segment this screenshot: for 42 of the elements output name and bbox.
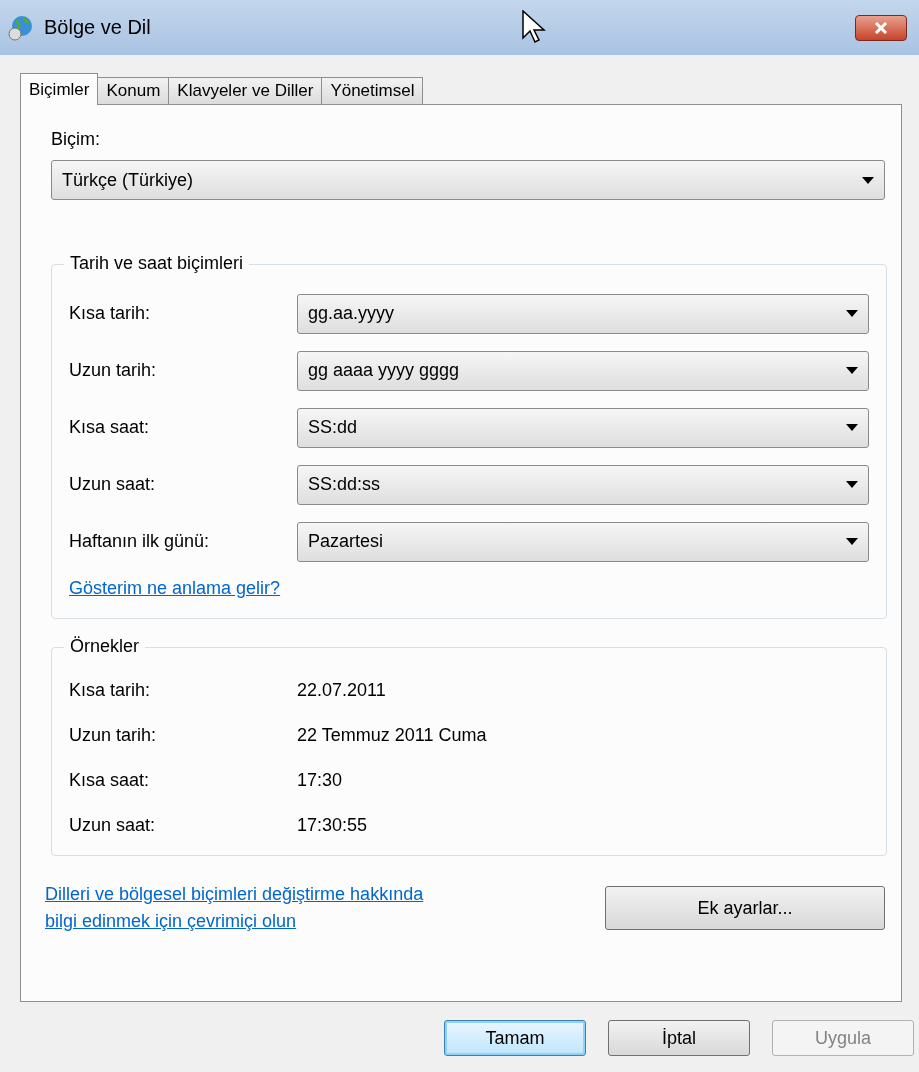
online-info-link[interactable]: bilgi edinmek için çevrimiçi olun: [45, 911, 424, 932]
mouse-cursor-icon: [522, 10, 546, 44]
field-label: Uzun tarih:: [69, 360, 158, 381]
example-label: Uzun saat:: [69, 815, 157, 836]
field-label: Kısa tarih:: [69, 303, 152, 324]
dropdown-arrow-icon: [846, 538, 858, 545]
format-dropdown[interactable]: SS:dd:ss: [297, 464, 869, 505]
field-label: Haftanın ilk günü:: [69, 531, 211, 552]
dropdown-arrow-icon: [846, 481, 858, 488]
dropdown-arrow-icon: [846, 367, 858, 374]
additional-settings-button[interactable]: Ek ayarlar...: [605, 886, 885, 930]
dropdown-arrow-icon: [846, 424, 858, 431]
example-label: Uzun tarih:: [69, 725, 158, 746]
example-value: 17:30:55: [297, 815, 368, 836]
format-dropdown[interactable]: Pazartesi: [297, 521, 869, 562]
dropdown-arrow-icon: [862, 176, 874, 184]
example-value: 22.07.2011: [297, 680, 386, 701]
format-dropdown[interactable]: gg.aa.yyyy: [297, 293, 869, 334]
format-dropdown[interactable]: gg aaaa yyyy gggg: [297, 350, 869, 391]
dialog-button[interactable]: İptal: [608, 1020, 750, 1056]
example-value: 22 Temmuz 2011 Cuma: [297, 725, 487, 746]
tab[interactable]: Konum: [97, 77, 170, 104]
globe-icon: [8, 14, 34, 41]
window-title: Bölge ve Dil: [44, 16, 151, 39]
dialog-button[interactable]: Tamam: [444, 1020, 586, 1056]
close-button[interactable]: [855, 14, 907, 41]
group-title: Tarih ve saat biçimleri: [64, 253, 250, 274]
format-dropdown[interactable]: SS:dd: [297, 407, 869, 448]
help-link[interactable]: Gösterim ne anlama gelir?: [69, 578, 281, 598]
example-label: Kısa saat:: [69, 770, 151, 791]
tab[interactable]: Biçimler: [20, 73, 99, 105]
field-label: Uzun saat:: [69, 474, 157, 495]
tab[interactable]: Yönetimsel: [321, 77, 424, 104]
format-dropdown[interactable]: Türkçe (Türkiye): [51, 160, 885, 200]
example-label: Kısa tarih:: [69, 680, 152, 701]
dropdown-arrow-icon: [846, 310, 858, 317]
close-icon: [874, 21, 888, 34]
field-label: Kısa saat:: [69, 417, 151, 438]
online-info-link[interactable]: Dilleri ve bölgesel biçimleri değiştirme hakkında: [45, 884, 424, 905]
format-label: Biçim:: [51, 129, 101, 150]
tab[interactable]: Klavyeler ve Diller: [168, 77, 323, 104]
example-value: 17:30: [297, 770, 343, 791]
